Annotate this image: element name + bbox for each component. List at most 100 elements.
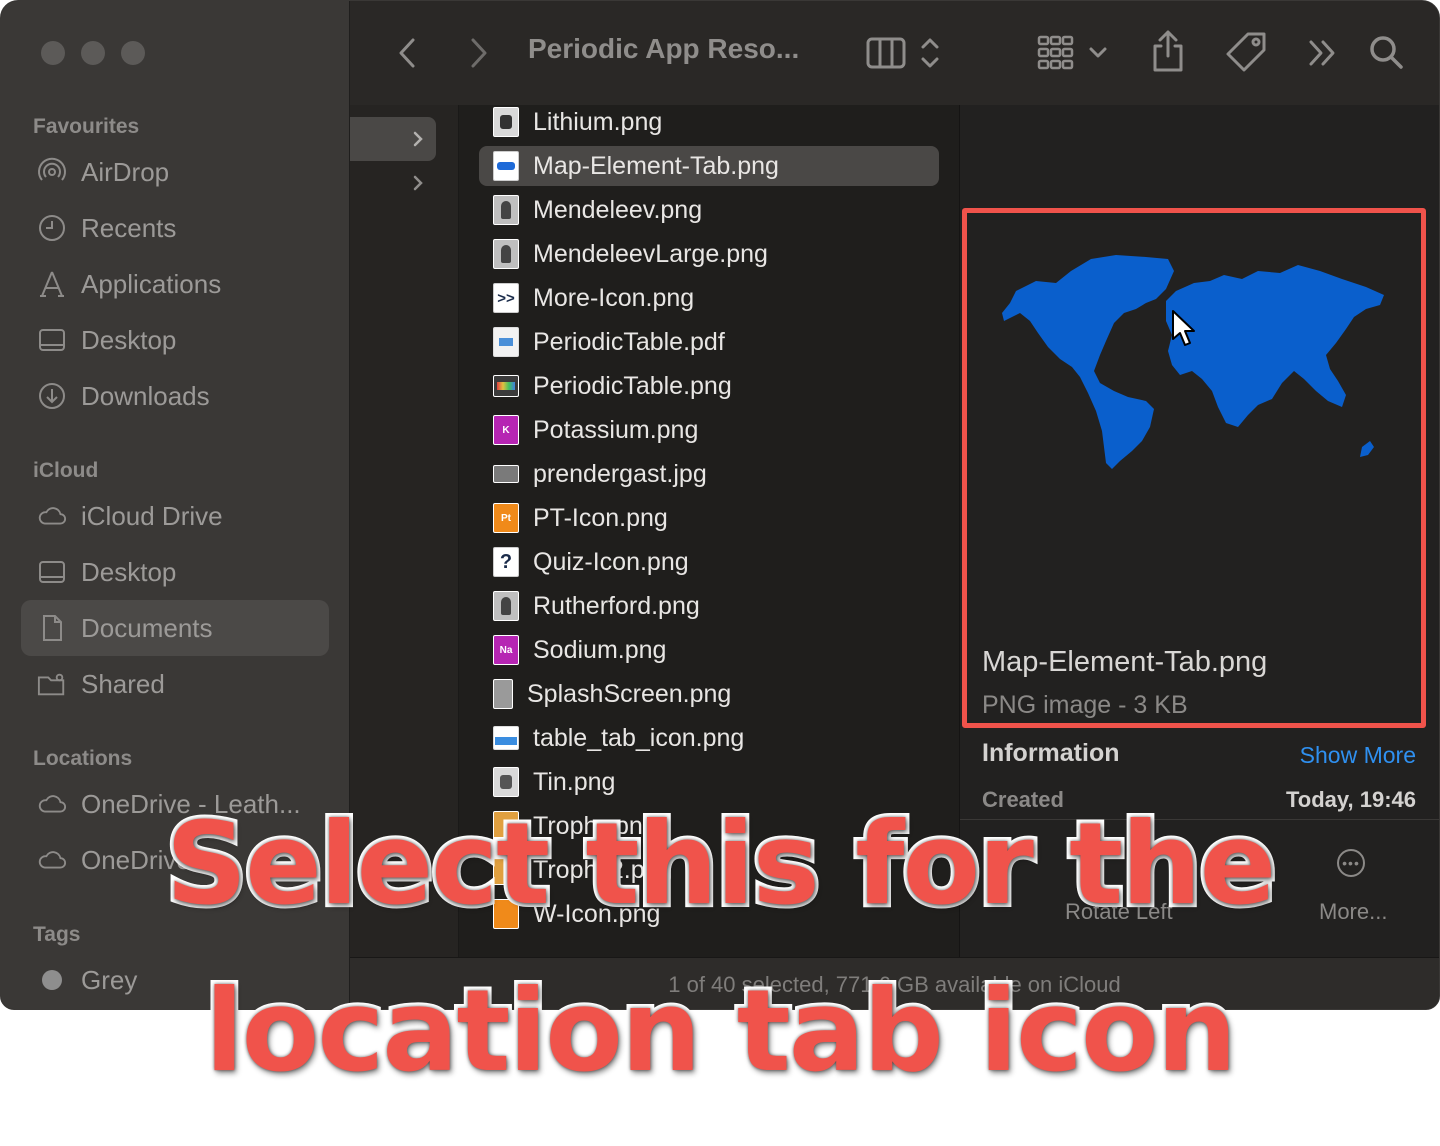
sidebar-item-airdrop[interactable]: AirDrop bbox=[21, 144, 329, 200]
tag-icon bbox=[1226, 32, 1266, 72]
sidebar-item-label: Recents bbox=[81, 212, 177, 243]
element-thumb-icon: Pt bbox=[493, 503, 519, 533]
map-thumb-icon bbox=[493, 151, 519, 181]
sidebar-item-label: Applications bbox=[81, 268, 222, 299]
photo-thumb-icon bbox=[493, 465, 519, 483]
file-name: Lithium.png bbox=[533, 107, 663, 136]
sidebar-item-label: Desktop bbox=[81, 324, 177, 355]
annotation-caption-line-2: location tab icon bbox=[201, 965, 1241, 1097]
more-thumb-icon: >> bbox=[493, 283, 519, 313]
file-row[interactable]: table_tab_icon.png bbox=[479, 718, 939, 758]
image-thumb-icon bbox=[493, 107, 519, 137]
sidebar-item-icloud-desktop[interactable]: Desktop bbox=[21, 544, 329, 600]
information-heading: Information bbox=[982, 739, 1120, 767]
sidebar-item-icloud-drive[interactable]: iCloud Drive bbox=[21, 488, 329, 544]
annotation-caption-line-1: Select this for the bbox=[162, 798, 1281, 930]
airdrop-icon bbox=[37, 157, 67, 187]
sidebar-item-label: Desktop bbox=[81, 556, 177, 587]
document-icon bbox=[37, 613, 67, 643]
file-name: Rutherford.png bbox=[533, 591, 700, 620]
file-name: table_tab_icon.png bbox=[533, 723, 745, 752]
tags-button[interactable] bbox=[1223, 29, 1269, 75]
cloud-icon bbox=[37, 501, 67, 531]
element-thumb-icon: Na bbox=[493, 635, 519, 665]
parent-folder-row-selected[interactable] bbox=[350, 117, 436, 161]
table-thumb-icon bbox=[493, 375, 519, 397]
thumb-figure bbox=[501, 201, 511, 219]
thumb-map bbox=[497, 162, 515, 170]
applications-icon bbox=[37, 269, 67, 299]
thumb-figure bbox=[500, 115, 512, 129]
share-button[interactable] bbox=[1149, 27, 1187, 75]
file-name: Tin.png bbox=[533, 767, 616, 796]
file-row[interactable]: Mendeleev.png bbox=[479, 190, 939, 230]
more-toolbar-button[interactable] bbox=[1305, 35, 1341, 71]
group-by-button[interactable] bbox=[1035, 31, 1111, 75]
file-row[interactable]: PeriodicTable.png bbox=[479, 366, 939, 406]
window-title: Periodic App Reso... bbox=[528, 33, 800, 64]
file-row[interactable]: Na Sodium.png bbox=[479, 630, 939, 670]
element-thumb-icon: K bbox=[493, 415, 519, 445]
file-name: PT-Icon.png bbox=[533, 503, 668, 532]
search-button[interactable] bbox=[1367, 33, 1405, 71]
chevron-double-right-icon bbox=[1309, 40, 1335, 66]
file-row[interactable]: ? Quiz-Icon.png bbox=[479, 542, 939, 582]
file-row[interactable]: Pt PT-Icon.png bbox=[479, 498, 939, 538]
file-row[interactable]: K Potassium.png bbox=[479, 410, 939, 450]
sidebar-section-locations: Locations bbox=[33, 747, 133, 770]
back-button[interactable] bbox=[391, 35, 423, 71]
portrait-thumb-icon bbox=[493, 591, 519, 621]
file-row[interactable]: Tin.png bbox=[479, 762, 939, 802]
tab-thumb-icon bbox=[493, 726, 519, 750]
file-name: Sodium.png bbox=[533, 635, 667, 664]
file-name: Quiz-Icon.png bbox=[533, 547, 689, 576]
file-row[interactable]: MendeleevLarge.png bbox=[479, 234, 939, 274]
thumb-figure bbox=[501, 245, 511, 263]
sidebar-section-favourites: Favourites bbox=[33, 115, 140, 138]
file-name: MendeleevLarge.png bbox=[533, 239, 768, 268]
download-icon bbox=[37, 381, 67, 411]
file-name: Potassium.png bbox=[533, 415, 699, 444]
shared-folder-icon bbox=[37, 669, 67, 699]
minimize-window-button[interactable] bbox=[81, 41, 105, 65]
file-name: SplashScreen.png bbox=[527, 679, 732, 708]
show-more-link[interactable]: Show More bbox=[1300, 742, 1416, 769]
file-name: PeriodicTable.pdf bbox=[533, 327, 725, 356]
file-row[interactable]: PeriodicTable.pdf bbox=[479, 322, 939, 362]
sidebar-item-recents[interactable]: Recents bbox=[21, 200, 329, 256]
search-icon bbox=[1370, 36, 1403, 69]
file-row[interactable]: prendergast.jpg bbox=[479, 454, 939, 494]
file-row[interactable]: SplashScreen.png bbox=[479, 674, 939, 714]
chevron-right-icon bbox=[471, 38, 487, 68]
highlight-box bbox=[962, 208, 1426, 728]
file-row[interactable]: >> More-Icon.png bbox=[479, 278, 939, 318]
sidebar-item-applications[interactable]: Applications bbox=[21, 256, 329, 312]
image-thumb-icon bbox=[493, 767, 519, 797]
portrait-thumb-icon bbox=[493, 195, 519, 225]
file-row-selected[interactable]: Map-Element-Tab.png bbox=[479, 146, 939, 186]
sidebar-item-label: iCloud Drive bbox=[81, 500, 223, 531]
portrait-thumb-icon bbox=[493, 239, 519, 269]
sidebar-item-documents[interactable]: Documents bbox=[21, 600, 329, 656]
view-columns-button[interactable] bbox=[865, 31, 949, 75]
parent-folder-row[interactable] bbox=[350, 161, 436, 205]
forward-button[interactable] bbox=[463, 35, 495, 71]
file-row[interactable]: Lithium.png bbox=[479, 105, 939, 142]
sidebar-item-desktop[interactable]: Desktop bbox=[21, 312, 329, 368]
sidebar-item-shared[interactable]: Shared bbox=[21, 656, 329, 712]
file-name: Map-Element-Tab.png bbox=[533, 151, 779, 180]
file-name: Mendeleev.png bbox=[533, 195, 703, 224]
desktop-icon bbox=[37, 325, 67, 355]
sidebar-item-label: Downloads bbox=[81, 380, 210, 411]
file-row[interactable]: Rutherford.png bbox=[479, 586, 939, 626]
zoom-window-button[interactable] bbox=[121, 41, 145, 65]
thumb-tab bbox=[495, 737, 517, 745]
close-window-button[interactable] bbox=[41, 41, 65, 65]
columns-view-icon bbox=[866, 37, 939, 69]
sidebar-item-label: Documents bbox=[81, 612, 213, 643]
file-name: PeriodicTable.png bbox=[533, 371, 732, 400]
sidebar-item-downloads[interactable]: Downloads bbox=[21, 368, 329, 424]
splash-thumb-icon bbox=[493, 679, 513, 709]
sidebar-item-label: Shared bbox=[81, 668, 165, 699]
sidebar-item-label: AirDrop bbox=[81, 156, 170, 187]
